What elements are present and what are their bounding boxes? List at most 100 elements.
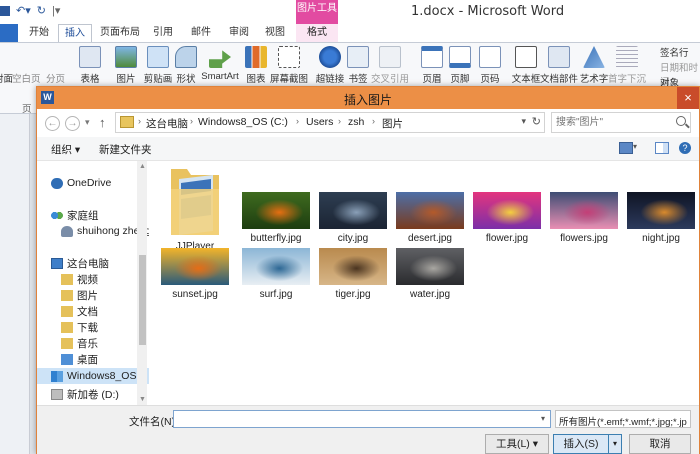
picture-tools-header: 图片工具 — [296, 0, 338, 24]
breadcrumb-separator[interactable]: › — [338, 116, 341, 126]
refresh-icon[interactable]: ↻ — [532, 115, 541, 128]
breadcrumb-separator[interactable]: › — [296, 116, 299, 126]
list-item[interactable]: butterfly.jpg — [236, 192, 316, 244]
shapes-icon — [175, 46, 197, 68]
save-icon[interactable] — [0, 6, 10, 16]
page-number-button[interactable]: 页码 — [472, 46, 508, 85]
filename-input[interactable] — [173, 410, 551, 428]
file-thumbnail — [319, 248, 387, 285]
list-item[interactable]: flower.jpg — [467, 192, 547, 244]
breadcrumb-users[interactable]: Users — [306, 116, 333, 128]
table-icon — [79, 46, 101, 68]
breadcrumb-pictures[interactable]: 图片 — [382, 116, 403, 131]
list-item[interactable]: tiger.jpg — [313, 248, 393, 300]
sidebar-item-this-pc[interactable]: 这台电脑 — [51, 255, 109, 271]
address-dropdown-icon[interactable]: ▾ — [521, 116, 526, 127]
list-item[interactable]: surf.jpg — [236, 248, 316, 300]
sidebar-item-drive-d[interactable]: 新加卷 (D:) — [51, 386, 119, 402]
list-item[interactable]: night.jpg — [621, 192, 700, 244]
close-icon[interactable]: × — [677, 87, 699, 109]
breadcrumb-zsh[interactable]: zsh — [348, 116, 364, 128]
insert-button[interactable]: 插入(S) — [553, 434, 609, 454]
file-thumbnail — [473, 192, 541, 229]
signature-line-button[interactable]: 签名行 — [660, 45, 689, 59]
filename-dropdown-icon[interactable]: ▾ — [541, 414, 545, 423]
breadcrumb-drive-c[interactable]: Windows8_OS (C:) — [198, 116, 288, 128]
search-box[interactable] — [551, 112, 691, 133]
scroll-up-arrow-icon[interactable]: ▲ — [139, 163, 146, 170]
sidebar-item-music[interactable]: 音乐 — [61, 335, 98, 351]
tab-file[interactable] — [0, 24, 18, 42]
page-break-button[interactable]: 分页 — [46, 71, 65, 85]
file-list: JJPlayer butterfly.jpg city.jpg desert.j… — [149, 161, 699, 409]
organize-button[interactable]: 组织 ▾ — [51, 142, 80, 157]
chart-button[interactable]: 图表 — [238, 46, 274, 85]
address-bar[interactable]: › 这台电脑 › Windows8_OS (C:) › Users › zsh … — [115, 112, 545, 133]
customize-qat-icon[interactable]: |▾ — [52, 4, 60, 17]
insert-dropdown-icon[interactable]: ▾ — [608, 434, 622, 454]
cross-reference-button[interactable]: 交叉引用 — [370, 46, 410, 85]
picture-button[interactable]: 图片 — [108, 46, 144, 85]
screenshot-button[interactable]: 屏幕截图 — [270, 46, 308, 85]
file-type-filter[interactable]: 所有图片(*.emf;*.wmf;*.jpg;*.jp — [555, 410, 691, 428]
tools-button[interactable]: 工具(L) ▾ — [485, 434, 549, 454]
back-button[interactable]: ← — [45, 116, 60, 131]
view-dropdown-icon[interactable]: ▾ — [633, 142, 647, 154]
table-button[interactable]: 表格 — [72, 46, 108, 85]
tab-view[interactable]: 视图 — [260, 24, 290, 42]
folder-icon — [120, 116, 134, 128]
tab-mailings[interactable]: 邮件 — [186, 24, 216, 42]
recent-locations-icon[interactable]: ▾ — [85, 117, 90, 128]
file-thumbnail — [550, 192, 618, 229]
breadcrumb-separator[interactable]: › — [372, 116, 375, 126]
list-item[interactable]: water.jpg — [390, 248, 470, 300]
tab-format[interactable]: 格式 — [296, 24, 338, 42]
search-icon[interactable] — [676, 116, 686, 126]
undo-icon[interactable]: ↶▾ — [16, 4, 31, 17]
help-icon[interactable]: ? — [679, 142, 691, 154]
list-item[interactable]: desert.jpg — [390, 192, 470, 244]
sidebar-item-onedrive[interactable]: OneDrive — [51, 175, 111, 191]
cross-reference-icon — [379, 46, 401, 68]
wordart-button[interactable]: 艺术字 — [576, 46, 612, 85]
breadcrumb-separator[interactable]: › — [138, 116, 141, 126]
file-name: butterfly.jpg — [250, 233, 302, 244]
breadcrumb-this-pc[interactable]: 这台电脑 — [146, 116, 188, 131]
quick-parts-button[interactable]: 文档部件 — [540, 46, 578, 85]
cancel-button[interactable]: 取消 — [629, 434, 691, 454]
shapes-button[interactable]: 形状 — [168, 46, 204, 85]
sidebar-item-videos[interactable]: 视频 — [61, 271, 98, 287]
sidebar-item-drive-c[interactable]: Windows8_OS ( — [37, 368, 149, 384]
view-options-icon[interactable] — [619, 142, 633, 154]
list-item[interactable]: JJPlayer — [155, 165, 235, 255]
sidebar-item-homegroup[interactable]: 家庭组 — [51, 207, 99, 223]
sidebar-scroll-thumb[interactable] — [139, 255, 146, 345]
tab-page-layout[interactable]: 页面布局 — [98, 24, 142, 42]
smartart-button[interactable]: SmartArt — [200, 46, 240, 82]
up-folder-icon[interactable]: ↑ — [99, 115, 106, 130]
tab-home[interactable]: 开始 — [24, 24, 54, 42]
tab-references[interactable]: 引用 — [148, 24, 178, 42]
sidebar-item-documents[interactable]: 文档 — [61, 303, 98, 319]
redo-icon[interactable]: ↻ — [37, 4, 46, 17]
list-item[interactable]: city.jpg — [313, 192, 393, 244]
new-folder-button[interactable]: 新建文件夹 — [99, 142, 152, 157]
forward-button[interactable]: → — [65, 116, 80, 131]
textbox-button[interactable]: 文本框 — [508, 46, 544, 85]
drop-cap-button[interactable]: 首字下沉 — [608, 46, 646, 85]
file-name: surf.jpg — [259, 289, 293, 300]
tab-insert[interactable]: 插入 — [58, 24, 92, 42]
sidebar-item-downloads[interactable]: 下载 — [61, 319, 98, 335]
videos-icon — [61, 273, 73, 285]
breadcrumb-separator[interactable]: › — [190, 116, 193, 126]
sidebar-item-desktop[interactable]: 桌面 — [61, 351, 98, 367]
sidebar-item-pictures[interactable]: 图片 — [61, 287, 98, 303]
search-input[interactable] — [556, 115, 671, 130]
drive-icon — [51, 388, 63, 400]
scroll-down-arrow-icon[interactable]: ▼ — [139, 396, 146, 403]
tab-review[interactable]: 审阅 — [224, 24, 254, 42]
list-item[interactable]: sunset.jpg — [155, 248, 235, 300]
preview-pane-icon[interactable] — [655, 142, 669, 154]
blank-page-button[interactable]: 空白页 — [12, 71, 41, 85]
list-item[interactable]: flowers.jpg — [544, 192, 624, 244]
